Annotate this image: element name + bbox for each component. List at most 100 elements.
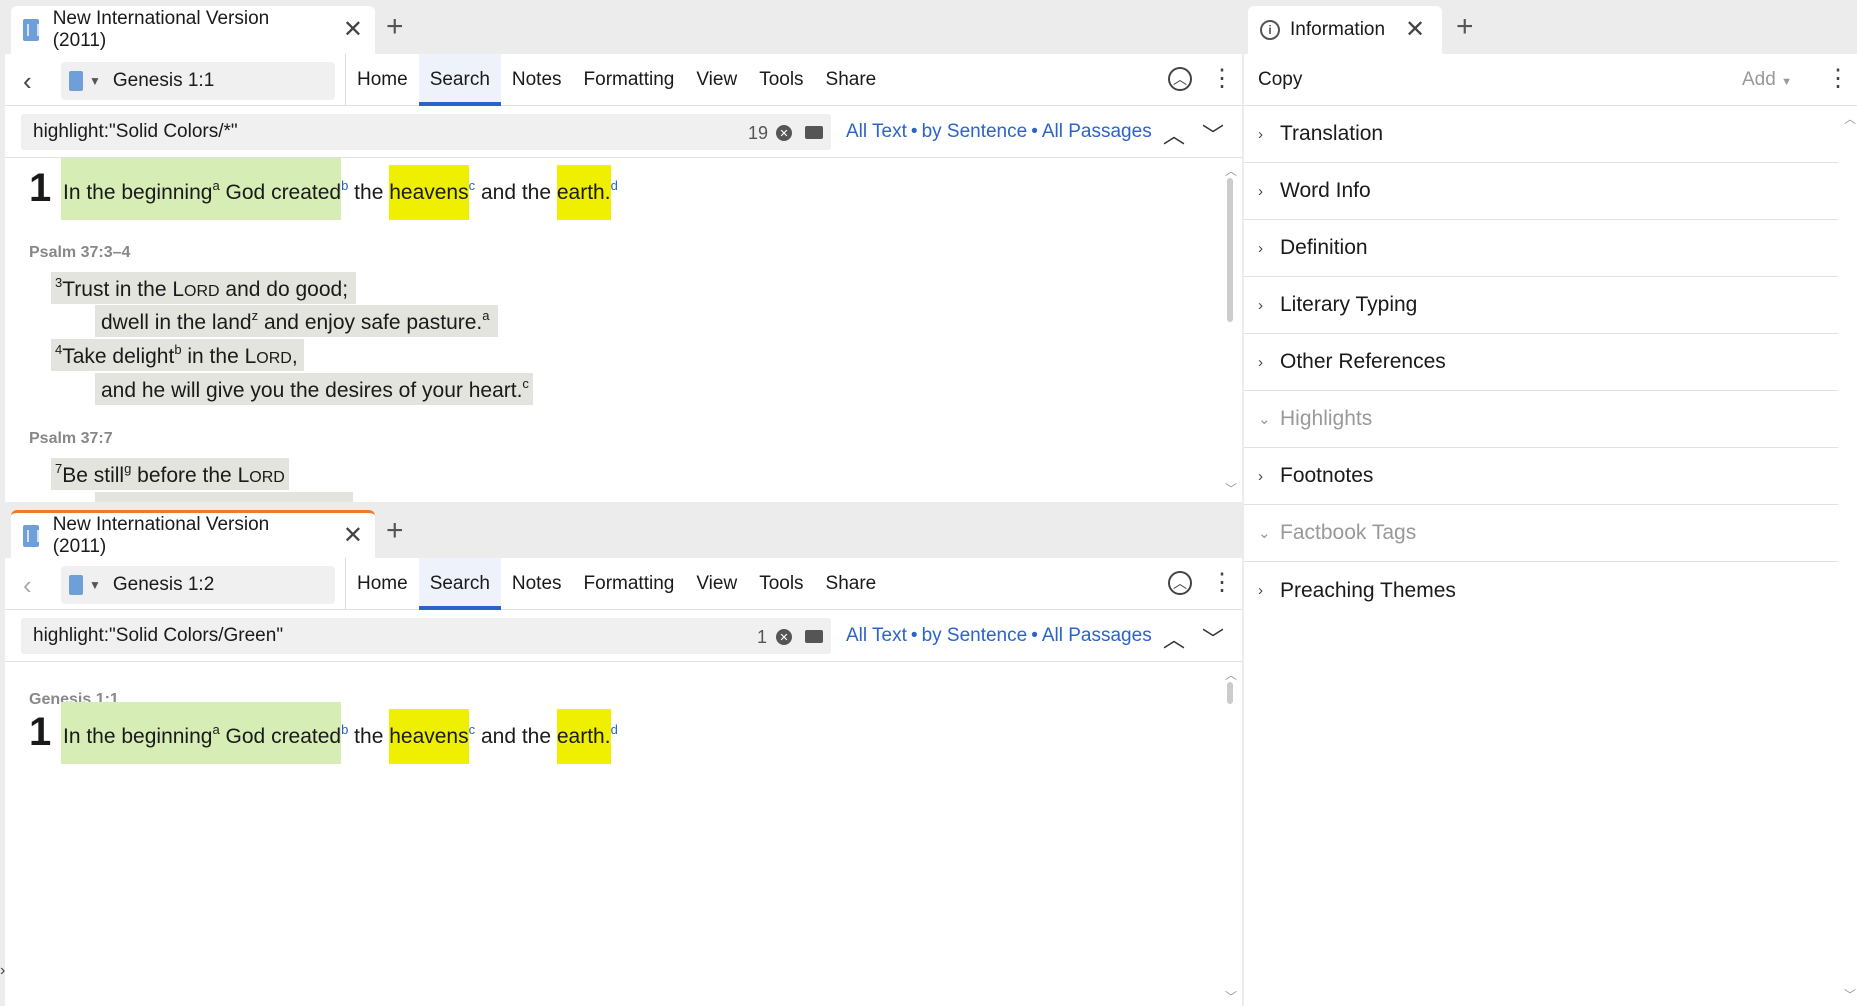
cut-off-line xyxy=(95,492,353,502)
scroll-down-icon[interactable]: ﹀ xyxy=(1225,988,1237,1005)
collapse-circle-icon[interactable]: ︿ xyxy=(1168,67,1192,91)
next-result-icon[interactable]: ﹀ xyxy=(1202,118,1224,150)
menu-formatting[interactable]: Formatting xyxy=(573,54,686,106)
close-icon[interactable]: ✕ xyxy=(343,523,363,548)
psalm-line[interactable]: 7Be stillg before the LORD xyxy=(51,458,289,490)
chevron-down-icon[interactable]: ▼ xyxy=(89,578,101,592)
next-result-icon[interactable]: ﹀ xyxy=(1202,622,1224,654)
section-word-info[interactable]: › Word Info xyxy=(1244,163,1838,220)
scroll-down-icon[interactable]: ﹀ xyxy=(1844,986,1856,1003)
chevron-down-icon[interactable]: ▼ xyxy=(89,74,101,88)
clear-search-icon[interactable]: ✕ xyxy=(776,125,792,141)
menu-tools[interactable]: Tools xyxy=(748,558,814,610)
clear-search-icon[interactable]: ✕ xyxy=(776,629,792,645)
verse-text: In the beginninga God createdb the heave… xyxy=(61,158,618,220)
footnote-a[interactable]: a xyxy=(212,722,219,737)
menu-tools[interactable]: Tools xyxy=(748,54,814,106)
menu-view[interactable]: View xyxy=(685,54,748,106)
highlight-yellow[interactable]: earth. xyxy=(556,165,611,220)
menu-notes[interactable]: Notes xyxy=(501,54,573,106)
highlight-green[interactable]: In the beginninga God created xyxy=(61,702,342,764)
bottom-search-row: highlight:"Solid Colors/Green" 1 ✕ All T… xyxy=(5,610,1242,662)
more-vertical-icon[interactable]: ⋮ xyxy=(1826,64,1850,93)
option-all-text[interactable]: All Text xyxy=(846,121,907,142)
add-tab-icon[interactable]: + xyxy=(386,12,404,42)
menu-search[interactable]: Search xyxy=(418,558,501,610)
section-footnotes[interactable]: › Footnotes xyxy=(1244,448,1838,505)
psalm-line[interactable]: 4Take delightb in the LORD, xyxy=(51,339,304,371)
menu-formatting[interactable]: Formatting xyxy=(573,558,686,610)
more-vertical-icon[interactable]: ⋮ xyxy=(1210,568,1234,597)
information-tab[interactable]: i Information ✕ xyxy=(1248,6,1442,54)
info-tab-bar: i Information ✕ + xyxy=(1244,0,1857,54)
menu-search[interactable]: Search xyxy=(418,54,501,106)
bottom-bible-tab[interactable]: New International Version (2011) ✕ xyxy=(11,510,375,558)
scroll-up-icon[interactable]: ︿ xyxy=(1225,666,1237,683)
menu-home[interactable]: Home xyxy=(346,558,419,610)
back-arrow-icon[interactable]: ‹ xyxy=(23,66,32,97)
search-query[interactable]: highlight:"Solid Colors/*" xyxy=(33,121,238,143)
reference-box[interactable]: ▼ Genesis 1:1 xyxy=(61,62,335,100)
section-definition[interactable]: › Definition xyxy=(1244,220,1838,277)
section-factbook-tags[interactable]: ⌄ Factbook Tags xyxy=(1244,505,1838,562)
chevron-down-icon: ⌄ xyxy=(1258,525,1271,542)
top-bible-tab[interactable]: New International Version (2011) ✕ xyxy=(11,6,375,54)
menu-view[interactable]: View xyxy=(685,558,748,610)
close-icon[interactable]: ✕ xyxy=(343,18,363,42)
expand-sidebar-icon[interactable]: › xyxy=(0,962,5,980)
psalm-line[interactable]: 3Trust in the LORD and do good; xyxy=(51,272,357,304)
back-arrow-icon[interactable]: ‹ xyxy=(23,570,32,601)
add-dropdown[interactable]: Add ▼ xyxy=(1742,69,1792,91)
passage-heading[interactable]: Psalm 37:3–4 xyxy=(29,244,130,262)
top-content: 1 In the beginninga God createdb the hea… xyxy=(5,158,1242,502)
reference-input[interactable]: Genesis 1:1 xyxy=(113,70,214,92)
menu-home[interactable]: Home xyxy=(346,54,419,106)
reference-box[interactable]: ▼ Genesis 1:2 xyxy=(61,566,335,604)
previous-result-icon[interactable]: ︿ xyxy=(1163,118,1185,150)
search-input[interactable]: highlight:"Solid Colors/Green" xyxy=(21,618,831,654)
psalm-line[interactable]: dwell in the landz and enjoy safe pastur… xyxy=(95,305,498,337)
collapse-circle-icon[interactable]: ︿ xyxy=(1168,571,1192,595)
highlight-green[interactable]: In the beginninga God created xyxy=(61,158,342,220)
reference-input[interactable]: Genesis 1:2 xyxy=(113,574,214,596)
scrollbar[interactable] xyxy=(1227,178,1233,322)
add-tab-icon[interactable]: + xyxy=(386,516,404,546)
menu-share[interactable]: Share xyxy=(815,558,888,610)
option-all-passages[interactable]: All Passages xyxy=(1042,625,1152,646)
option-all-text[interactable]: All Text xyxy=(846,625,907,646)
menu-notes[interactable]: Notes xyxy=(501,558,573,610)
option-by-sentence[interactable]: by Sentence xyxy=(922,625,1028,646)
scroll-up-icon[interactable]: ︿ xyxy=(1225,162,1237,179)
section-preaching-themes[interactable]: › Preaching Themes xyxy=(1244,562,1838,619)
previous-result-icon[interactable]: ︿ xyxy=(1163,622,1185,654)
highlight-yellow[interactable]: earth. xyxy=(556,709,611,764)
scrollbar[interactable] xyxy=(1227,682,1233,704)
section-translation[interactable]: › Translation xyxy=(1244,106,1838,163)
passage-heading[interactable]: Psalm 37:7 xyxy=(29,430,113,448)
section-other-references[interactable]: › Other References xyxy=(1244,334,1838,391)
search-query[interactable]: highlight:"Solid Colors/Green" xyxy=(33,625,283,647)
add-tab-icon[interactable]: + xyxy=(1456,12,1474,42)
copy-button[interactable]: Copy xyxy=(1258,69,1302,91)
chevron-right-icon: › xyxy=(1258,353,1263,371)
highlight-yellow[interactable]: heavens xyxy=(389,709,469,764)
section-literary-typing[interactable]: › Literary Typing xyxy=(1244,277,1838,334)
menu-share[interactable]: Share xyxy=(815,54,888,106)
close-icon[interactable]: ✕ xyxy=(1405,18,1425,42)
more-vertical-icon[interactable]: ⋮ xyxy=(1210,64,1234,93)
keyboard-icon[interactable] xyxy=(805,630,823,643)
option-all-passages[interactable]: All Passages xyxy=(1042,121,1152,142)
footnote-d[interactable]: d xyxy=(611,178,618,193)
section-highlights[interactable]: ⌄ Highlights xyxy=(1244,391,1838,448)
scroll-down-icon[interactable]: ﹀ xyxy=(1225,480,1237,497)
scroll-up-icon[interactable]: ︿ xyxy=(1844,110,1856,127)
keyboard-icon[interactable] xyxy=(805,126,823,139)
footnote-a[interactable]: a xyxy=(212,178,219,193)
option-by-sentence[interactable]: by Sentence xyxy=(922,121,1028,142)
top-search-row: highlight:"Solid Colors/*" 19 ✕ All Text… xyxy=(5,106,1242,158)
psalm-line[interactable]: and he will give you the desires of your… xyxy=(95,373,533,405)
search-input[interactable]: highlight:"Solid Colors/*" xyxy=(21,114,831,150)
footnote-d[interactable]: d xyxy=(611,722,618,737)
search-options: All Text • by Sentence • All Passages xyxy=(846,121,1152,142)
highlight-yellow[interactable]: heavens xyxy=(389,165,469,220)
